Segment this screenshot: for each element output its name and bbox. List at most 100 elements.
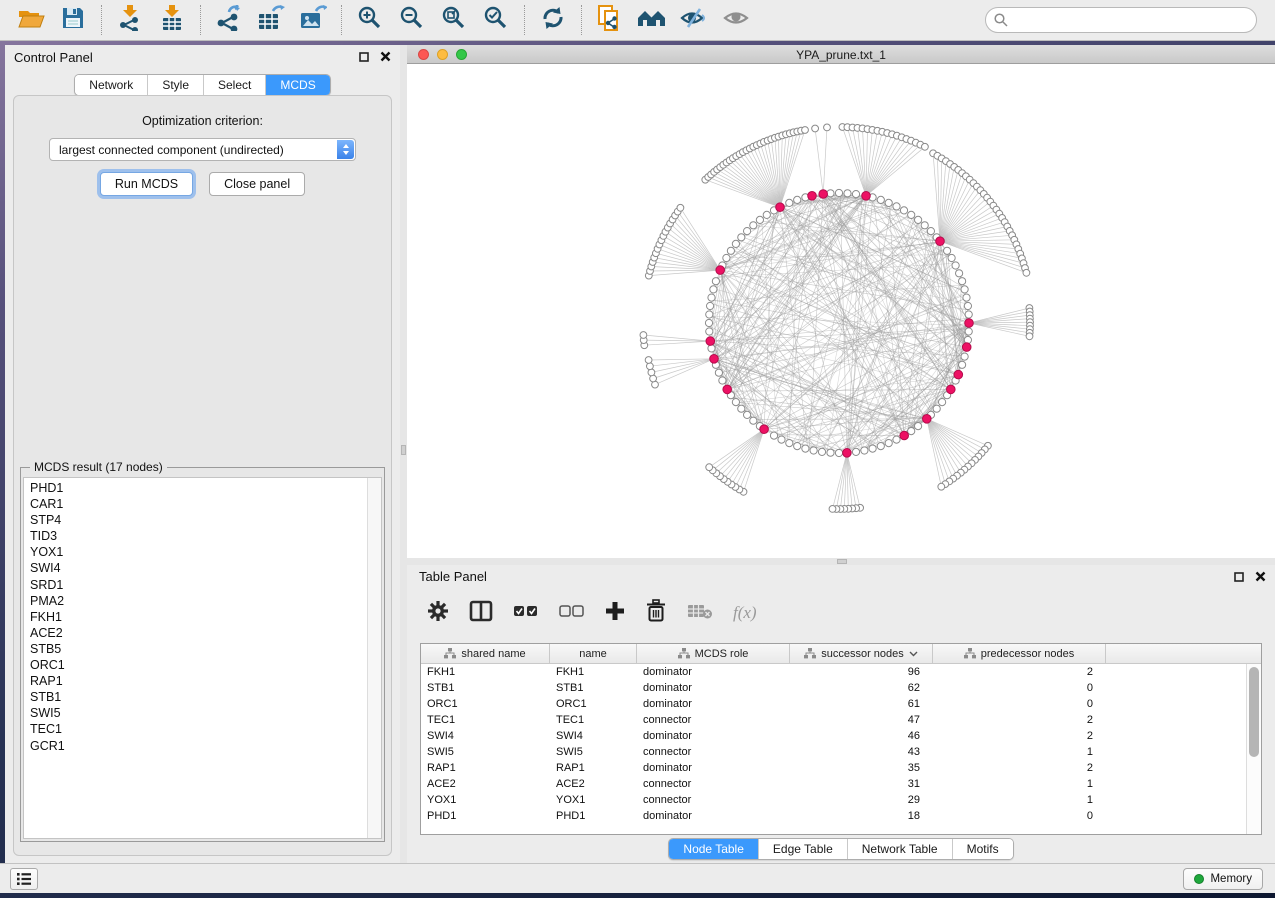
table-row[interactable]: TEC1TEC1connector472 (421, 712, 1261, 728)
scrollbar-thumb[interactable] (1249, 667, 1259, 757)
mcds-node[interactable] (706, 337, 715, 346)
network-node[interactable] (732, 399, 739, 406)
network-node[interactable] (938, 483, 945, 490)
tab-node-table[interactable]: Node Table (669, 839, 758, 859)
float-window-icon[interactable] (1234, 572, 1244, 582)
mcds-result-item[interactable]: SWI4 (24, 560, 366, 576)
network-node[interactable] (824, 124, 831, 131)
cell[interactable]: YOX1 (550, 794, 637, 806)
cell[interactable]: dominator (637, 762, 790, 774)
cell[interactable]: dominator (637, 682, 790, 694)
network-node[interactable] (738, 405, 745, 412)
network-node[interactable] (677, 204, 684, 211)
tab-mcds[interactable]: MCDS (265, 75, 329, 95)
column-header-MCDS-role[interactable]: MCDS role (637, 644, 790, 663)
cell[interactable]: ORC1 (550, 698, 637, 710)
cell[interactable]: connector (637, 794, 790, 806)
cell[interactable]: ACE2 (550, 778, 637, 790)
duplicate-network-button[interactable] (589, 2, 631, 38)
network-node[interactable] (869, 445, 876, 452)
cell[interactable]: 96 (790, 666, 933, 678)
hide-selected-button[interactable] (673, 2, 715, 38)
network-node[interactable] (778, 436, 785, 443)
close-panel-icon[interactable] (380, 51, 391, 62)
deselect-all-button[interactable] (559, 604, 585, 623)
network-node[interactable] (763, 211, 770, 218)
network-node[interactable] (715, 369, 722, 376)
table-row[interactable]: YOX1YOX1connector291 (421, 792, 1261, 808)
network-node[interactable] (706, 464, 713, 471)
network-node[interactable] (648, 369, 655, 376)
network-node[interactable] (756, 216, 763, 223)
network-node[interactable] (1026, 333, 1033, 340)
apply-layout-button[interactable] (532, 2, 574, 38)
mcds-result-item[interactable]: ORC1 (24, 657, 366, 673)
mcds-result-item[interactable]: STB5 (24, 641, 366, 657)
column-header-successor-nodes[interactable]: successor nodes (790, 644, 933, 663)
cell[interactable]: 1 (933, 794, 1106, 806)
mcds-node[interactable] (923, 415, 932, 424)
network-node[interactable] (944, 247, 951, 254)
optimization-criterion-select[interactable]: largest connected component (undirected) (49, 138, 356, 161)
table-row[interactable]: FKH1FKH1dominator962 (421, 664, 1261, 680)
export-network-button[interactable] (208, 2, 250, 38)
mcds-node[interactable] (760, 425, 769, 434)
cell[interactable]: dominator (637, 810, 790, 822)
network-node[interactable] (861, 447, 868, 454)
network-node[interactable] (922, 143, 929, 150)
mcds-node[interactable] (716, 266, 725, 275)
network-node[interactable] (877, 196, 884, 203)
cell[interactable]: 35 (790, 762, 933, 774)
network-node[interactable] (712, 278, 719, 285)
add-column-button[interactable] (605, 601, 625, 626)
network-node[interactable] (952, 262, 959, 269)
network-node[interactable] (959, 278, 966, 285)
network-node[interactable] (961, 286, 968, 293)
search-input[interactable] (985, 7, 1257, 33)
network-node[interactable] (738, 234, 745, 241)
table-row[interactable]: SWI5SWI5connector431 (421, 744, 1261, 760)
save-session-button[interactable] (52, 2, 94, 38)
show-hidden-button[interactable] (715, 2, 757, 38)
network-node[interactable] (708, 294, 715, 301)
mcds-result-item[interactable]: TEC1 (24, 721, 366, 737)
select-stepper-icon[interactable] (337, 140, 354, 159)
mcds-node[interactable] (954, 370, 963, 379)
open-file-button[interactable] (10, 2, 52, 38)
network-node[interactable] (829, 506, 836, 513)
network-node[interactable] (786, 199, 793, 206)
network-node[interactable] (727, 247, 734, 254)
cell[interactable]: TEC1 (421, 714, 550, 726)
mcds-result-item[interactable]: ACE2 (24, 625, 366, 641)
mcds-result-item[interactable]: SRD1 (24, 577, 366, 593)
network-node[interactable] (852, 448, 859, 455)
cell[interactable]: 29 (790, 794, 933, 806)
network-node[interactable] (710, 286, 717, 293)
network-node[interactable] (802, 445, 809, 452)
network-node[interactable] (786, 440, 793, 447)
mcds-result-item[interactable]: GCR1 (24, 738, 366, 754)
cell[interactable]: connector (637, 746, 790, 758)
cell[interactable]: 2 (933, 762, 1106, 774)
cell[interactable]: dominator (637, 698, 790, 710)
network-node[interactable] (893, 436, 900, 443)
select-all-button[interactable] (513, 604, 539, 623)
import-table-button[interactable] (151, 2, 193, 38)
close-panel-icon[interactable] (1255, 571, 1266, 582)
mcds-result-item[interactable]: SWI5 (24, 705, 366, 721)
cell[interactable]: 2 (933, 714, 1106, 726)
mcds-result-list[interactable]: PHD1CAR1STP4TID3YOX1SWI4SRD1PMA2FKH1ACE2… (23, 477, 382, 839)
mcds-node[interactable] (965, 319, 974, 328)
close-panel-button[interactable]: Close panel (209, 172, 305, 196)
cell[interactable]: dominator (637, 730, 790, 742)
export-image-button[interactable] (292, 2, 334, 38)
network-node[interactable] (877, 443, 884, 450)
table-row[interactable]: SWI4SWI4dominator462 (421, 728, 1261, 744)
mcds-node[interactable] (710, 355, 719, 364)
network-node[interactable] (900, 207, 907, 214)
export-table-button[interactable] (250, 2, 292, 38)
zoom-selected-button[interactable] (475, 2, 517, 38)
cell[interactable]: SWI4 (550, 730, 637, 742)
mcds-node[interactable] (723, 385, 732, 394)
mcds-node[interactable] (776, 203, 785, 212)
